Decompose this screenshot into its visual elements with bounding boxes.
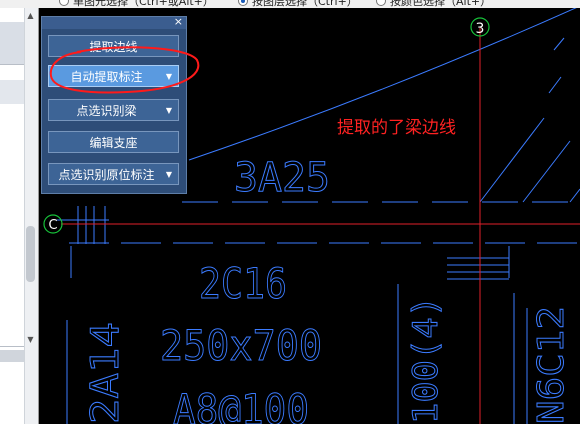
left-property-pane: ▲ ▼ <box>0 8 39 424</box>
red-highlight-circle <box>49 46 200 94</box>
radio-icon <box>376 0 386 6</box>
beam-text-stirrup-spacing: 100(4) <box>406 296 446 424</box>
pane-scroll-thumb[interactable] <box>26 226 35 282</box>
pane-row-header <box>0 22 24 64</box>
radio-selected-icon <box>238 0 248 6</box>
beam-diagonal <box>548 76 562 94</box>
beam-tool-panel: × 提取边线 自动提取标注 ▼ 点选识别梁 ▼ 编辑支座 点选识别原位标注 ▼ <box>41 15 187 194</box>
pick-identify-beam-button[interactable]: 点选识别梁 ▼ <box>48 99 179 121</box>
pane-section-header <box>0 350 24 362</box>
beam-text-section: 250x700 <box>160 321 322 370</box>
chevron-down-icon[interactable]: ▼ <box>164 170 174 179</box>
radio-single-entity[interactable]: 单图元选择（Ctrl+或Alt+） <box>59 0 214 8</box>
beam-diagonal <box>569 188 580 203</box>
scroll-up-icon[interactable]: ▲ <box>25 10 36 21</box>
beam-text-torsion-rebar: N6C12 <box>531 306 572 424</box>
beam-diagonal <box>479 117 545 203</box>
edit-support-button[interactable]: 编辑支座 <box>48 131 179 153</box>
pick-identify-inplace-label-button[interactable]: 点选识别原位标注 ▼ <box>48 163 179 185</box>
beam-text-side-rebar: 2A14 <box>83 322 127 424</box>
pane-row <box>0 80 24 104</box>
beam-text-bottom-rebar: 2C16 <box>199 259 287 308</box>
panel-titlebar[interactable]: × <box>42 15 186 29</box>
close-icon[interactable]: × <box>174 15 183 29</box>
pane-scrollbar[interactable] <box>24 8 38 424</box>
axis-label-3: 3 <box>476 21 485 37</box>
selection-mode-bar: 单图元选择（Ctrl+或Alt+） 按图层选择（Ctrl+） 按颜色选择（Alt… <box>0 0 580 8</box>
axis-label-c: C <box>48 218 57 233</box>
beam-diagonal <box>553 37 565 51</box>
radio-icon <box>59 0 69 6</box>
chevron-down-icon[interactable]: ▼ <box>164 106 174 115</box>
beam-text-stirrup: A8@100 <box>173 385 309 424</box>
radio-by-color[interactable]: 按颜色选择（Alt+） <box>376 0 491 8</box>
annotation-note: 提取的了梁边线 <box>337 118 456 138</box>
scroll-down-icon[interactable]: ▼ <box>25 334 36 345</box>
radio-by-layer[interactable]: 按图层选择（Ctrl+） <box>238 0 358 8</box>
beam-text-top-rebar: 3A25 <box>234 155 330 201</box>
beam-diagonal <box>522 140 571 203</box>
